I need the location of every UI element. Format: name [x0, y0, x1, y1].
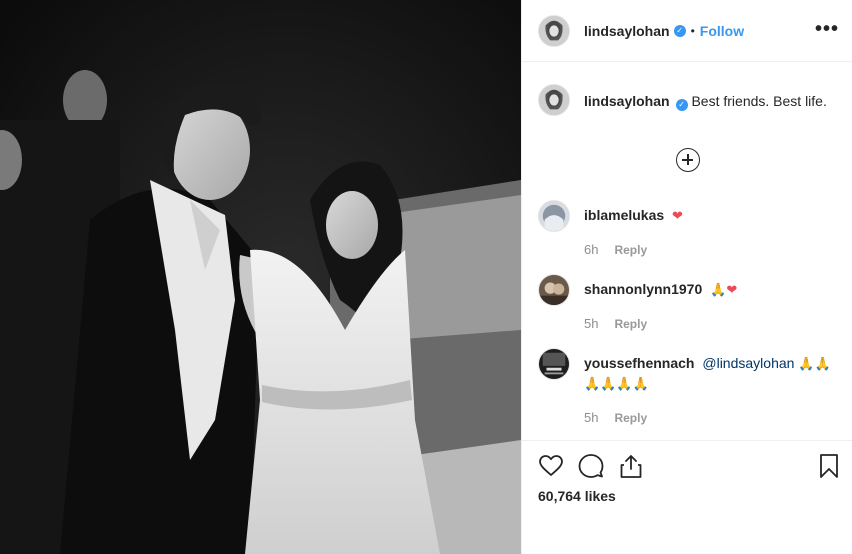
pray-emoji: 🙏🙏 — [798, 357, 831, 372]
post-header: lindsaylohan ✓ • Follow ••• — [522, 0, 852, 62]
post-photo[interactable] — [0, 0, 521, 554]
action-row — [538, 453, 658, 479]
post-image — [0, 0, 521, 554]
comment-meta: 5h Reply — [584, 410, 834, 425]
share-icon[interactable] — [618, 453, 644, 479]
post-actions: 60,764 likes — [522, 440, 852, 554]
commenter-username[interactable]: youssefhennach — [584, 355, 694, 371]
verified-badge-icon: ✓ — [673, 24, 686, 37]
comment-meta: 5h Reply — [584, 316, 834, 331]
comment-time[interactable]: 6h — [584, 242, 598, 257]
author-avatar[interactable] — [538, 14, 570, 47]
heart-emoji: ❤ — [672, 209, 683, 224]
commenter-username[interactable]: shannonlynn1970 — [584, 281, 702, 297]
instagram-post: lindsaylohan ✓ • Follow ••• lindsaylohan… — [0, 0, 852, 554]
comment-body: shannonlynn1970 🙏❤ 5h Reply — [584, 280, 834, 331]
comment-text: shannonlynn1970 🙏❤ — [584, 280, 834, 300]
caption-body: Best friends. Best life. — [691, 93, 827, 109]
pray-emoji: 🙏🙏🙏🙏 — [584, 377, 649, 392]
commenter-avatar[interactable] — [538, 348, 570, 380]
pray-emoji: 🙏 — [710, 283, 727, 298]
commenter-username[interactable]: iblamelukas — [584, 207, 664, 223]
load-more-comments-icon[interactable] — [676, 148, 700, 172]
comment-body: youssefhennach @lindsaylohan 🙏🙏 🙏🙏🙏🙏 5h … — [584, 354, 834, 425]
comment-meta: 6h Reply — [584, 242, 834, 257]
comments-scroll-area[interactable]: lindsaylohan ✓ Best friends. Best life. i… — [522, 62, 852, 440]
caption-username[interactable]: lindsaylohan — [584, 93, 670, 109]
follow-button[interactable]: Follow — [700, 23, 744, 39]
header-text: lindsaylohan ✓ • Follow — [584, 23, 744, 39]
post-side-panel: lindsaylohan ✓ • Follow ••• lindsaylohan… — [521, 0, 852, 554]
comment-item: youssefhennach @lindsaylohan 🙏🙏 🙏🙏🙏🙏 5h … — [538, 348, 838, 425]
reply-button[interactable]: Reply — [614, 317, 647, 331]
heart-outline-icon[interactable] — [538, 453, 564, 479]
bookmark-icon[interactable] — [817, 453, 841, 479]
commenter-avatar[interactable] — [538, 200, 570, 232]
caption-avatar[interactable] — [538, 84, 570, 116]
reply-button[interactable]: Reply — [614, 243, 647, 257]
comment-time[interactable]: 5h — [584, 410, 598, 425]
speech-bubble-icon[interactable] — [578, 453, 604, 479]
reply-button[interactable]: Reply — [614, 411, 647, 425]
caption-text: lindsaylohan ✓ Best friends. Best life. — [584, 92, 827, 116]
comment-time[interactable]: 5h — [584, 316, 598, 331]
verified-badge-icon: ✓ — [675, 99, 688, 111]
likes-count[interactable]: 60,764 likes — [538, 488, 616, 504]
more-options-icon[interactable]: ••• — [815, 19, 839, 39]
comment-text: youssefhennach @lindsaylohan 🙏🙏 🙏🙏🙏🙏 — [584, 354, 834, 394]
author-username[interactable]: lindsaylohan — [584, 23, 670, 39]
comment-body: iblamelukas ❤ 6h Reply — [584, 206, 834, 257]
heart-emoji: ❤ — [726, 283, 738, 298]
mention-link[interactable]: @lindsaylohan — [702, 355, 794, 371]
comment-item: iblamelukas ❤ 6h Reply — [538, 200, 838, 257]
separator-dot: • — [690, 23, 695, 38]
commenter-avatar[interactable] — [538, 274, 570, 306]
comment-item: shannonlynn1970 🙏❤ 5h Reply — [538, 274, 838, 331]
post-caption: lindsaylohan ✓ Best friends. Best life. — [538, 84, 827, 116]
comment-text: iblamelukas ❤ — [584, 206, 834, 226]
